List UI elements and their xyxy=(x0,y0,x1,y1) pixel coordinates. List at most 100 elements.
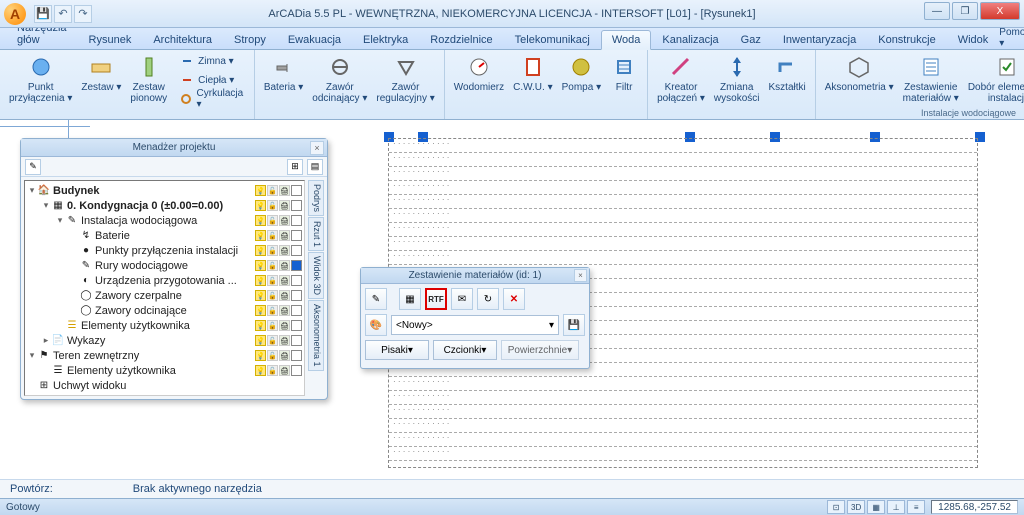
pm-close[interactable]: × xyxy=(310,141,324,155)
btn-regulacyjny[interactable]: Zawórregulacyjny ▾ xyxy=(373,52,437,105)
tree-row[interactable]: ⊞Uchwyt widoku xyxy=(27,378,302,393)
rg-przylacz: Punktprzyłączenia ▾ Zestaw ▾ Zestawpiono… xyxy=(0,50,255,119)
tab-kanalizacja[interactable]: Kanalizacja xyxy=(651,30,729,49)
tree-row[interactable]: ◯Zawory czerpalne💡🔓🖨 xyxy=(27,288,302,303)
app-logo[interactable]: A xyxy=(4,3,26,25)
tree-row[interactable]: ☰Elementy użytkownika💡🔓🖨 xyxy=(27,363,302,378)
height-icon xyxy=(723,53,751,81)
btn-bateria[interactable]: Bateria ▾ xyxy=(261,52,306,94)
sidetab-rzut[interactable]: Rzut 1 xyxy=(308,217,324,251)
btn-cyrk[interactable]: Cyrkulacja ▾ xyxy=(177,90,248,108)
btn-zmiana[interactable]: Zmianawysokości xyxy=(711,52,763,105)
tree-row[interactable]: ✎Rury wodociągowe💡🔓🖨 xyxy=(27,258,302,273)
tree-row[interactable]: ▾⚑Teren zewnętrzny💡🔓🖨 xyxy=(27,348,302,363)
btn-zestaw[interactable]: Zestaw ▾ xyxy=(78,52,124,94)
tab-rysunek[interactable]: Rysunek xyxy=(78,30,143,49)
mat-style-combo[interactable]: <Nowy>▾ xyxy=(391,315,559,335)
mat-close[interactable]: × xyxy=(574,269,587,282)
tab-telekom[interactable]: Telekomunikacj xyxy=(504,30,601,49)
qat-undo[interactable]: ↶ xyxy=(54,5,72,23)
tab-elektryka[interactable]: Elektryka xyxy=(352,30,419,49)
mat-btn-rtf[interactable]: RTF xyxy=(425,288,447,310)
tree-row[interactable]: ◯Zawory odcinające💡🔓🖨 xyxy=(27,303,302,318)
btn-ciepla[interactable]: Ciepła ▾ xyxy=(177,71,248,89)
tab-rozdzielnice[interactable]: Rozdzielnice xyxy=(419,30,503,49)
pm-title[interactable]: Menadżer projektu × xyxy=(21,139,327,157)
sb-3d[interactable]: 3D xyxy=(847,500,865,514)
tree-row[interactable]: ▾▦0. Kondygnacja 0 (±0.00=0.00)💡🔓🖨 xyxy=(27,198,302,213)
mat-btn-props[interactable]: ✎ xyxy=(365,288,387,310)
btn-aksonometria[interactable]: Aksonometria ▾ xyxy=(822,52,897,94)
btn-zestawienie[interactable]: Zestawieniemateriałów ▾ xyxy=(900,52,962,105)
rg-urzadzenia: Wodomierz C.W.U. ▾ Pompa ▾ Filtr xyxy=(445,50,648,119)
btn-cwu[interactable]: C.W.U. ▾ xyxy=(510,52,555,94)
qat-redo[interactable]: ↷ xyxy=(74,5,92,23)
mat-btn-refresh[interactable]: ↻ xyxy=(477,288,499,310)
tree-row[interactable]: ☰Elementy użytkownika💡🔓🖨 xyxy=(27,318,302,333)
tab-widok[interactable]: Widok xyxy=(947,30,1000,49)
minimize-button[interactable]: — xyxy=(924,2,950,20)
mat-pisaki[interactable]: Pisaki ▾ xyxy=(365,340,429,360)
close-button[interactable]: X xyxy=(980,2,1020,20)
tab-inwent[interactable]: Inwentaryzacja xyxy=(772,30,867,49)
sb-ortho[interactable]: ⊥ xyxy=(887,500,905,514)
tree-row[interactable]: ↯Baterie💡🔓🖨 xyxy=(27,228,302,243)
tree-row[interactable]: ▾✎Instalacja wodociągowa💡🔓🖨 xyxy=(27,213,302,228)
sidetab-akso[interactable]: Aksonometria 1 xyxy=(308,300,324,371)
btn-filtr[interactable]: Filtr xyxy=(607,52,641,94)
qat-save[interactable]: 💾 xyxy=(34,5,52,23)
btn-wodomierz[interactable]: Wodomierz xyxy=(451,52,507,94)
tab-architektura[interactable]: Architektura xyxy=(142,30,223,49)
coords-display: 1285.68,-257.52 xyxy=(931,500,1018,514)
mat-btn-save[interactable]: 💾 xyxy=(563,314,585,336)
tree-row[interactable]: ▸📄Wykazy💡🔓🖨 xyxy=(27,333,302,348)
btn-punkt[interactable]: Punktprzyłączenia ▾ xyxy=(6,52,75,105)
tab-woda[interactable]: Woda xyxy=(601,30,652,50)
btn-zimna[interactable]: Zimna ▾ xyxy=(177,52,248,70)
materials-dialog: Zestawienie materiałów (id: 1) × ✎ ▦ RTF… xyxy=(360,267,590,369)
pm-btn-2[interactable]: ⊞ xyxy=(287,159,303,175)
mat-title[interactable]: Zestawienie materiałów (id: 1) × xyxy=(361,268,589,284)
tab-ewakuacja[interactable]: Ewakuacja xyxy=(277,30,352,49)
axon-icon xyxy=(845,53,873,81)
maximize-button[interactable]: ❐ xyxy=(952,2,978,20)
mat-czcionki[interactable]: Czcionki ▾ xyxy=(433,340,497,360)
select-icon xyxy=(993,53,1021,81)
sidetab-podrys[interactable]: Podrys xyxy=(308,180,324,216)
pm-btn-1[interactable]: ✎ xyxy=(25,159,41,175)
sidetab-3d[interactable]: Widok 3D xyxy=(308,252,324,299)
mat-btn-delete[interactable]: ✕ xyxy=(503,288,525,310)
btn-kreator[interactable]: Kreatorpołączeń ▾ xyxy=(654,52,708,105)
tab-stropy[interactable]: Stropy xyxy=(223,30,277,49)
quick-access-toolbar: 💾 ↶ ↷ xyxy=(34,5,92,23)
sb-snap[interactable]: ⊡ xyxy=(827,500,845,514)
cold-icon xyxy=(180,54,194,68)
btn-odcinajacy[interactable]: Zawórodcinający ▾ xyxy=(309,52,370,105)
tree-row[interactable]: ◐Urządzenia przygotowania ...💡🔓🖨 xyxy=(27,273,302,288)
mat-btn-note[interactable]: ✉ xyxy=(451,288,473,310)
mat-btn-csv[interactable]: ▦ xyxy=(399,288,421,310)
repeat-label: Powtórz: xyxy=(10,483,53,495)
pm-btn-3[interactable]: ▤ xyxy=(307,159,323,175)
mat-btn-style[interactable]: 🎨 xyxy=(365,314,387,336)
wizard-icon xyxy=(667,53,695,81)
sb-grid[interactable]: ▦ xyxy=(867,500,885,514)
vertical-icon xyxy=(135,53,163,81)
btn-dobor[interactable]: Dobór elementówinstalacji xyxy=(965,52,1024,105)
tab-konstrukcje[interactable]: Konstrukcje xyxy=(867,30,946,49)
tab-gaz[interactable]: Gaz xyxy=(730,30,772,49)
tree-row[interactable]: ▾🏠Budynek💡🔓🖨 xyxy=(27,183,302,198)
point-icon xyxy=(27,53,55,81)
btn-ksztaltki[interactable]: Kształtki xyxy=(766,52,809,94)
meter-icon xyxy=(465,53,493,81)
help-button[interactable]: Pomoc ▾ xyxy=(999,27,1024,49)
sb-layers[interactable]: ≡ xyxy=(907,500,925,514)
rg-armatura: Bateria ▾ Zawórodcinający ▾ Zawórregulac… xyxy=(255,50,445,119)
pm-tree[interactable]: ▾🏠Budynek💡🔓🖨▾▦0. Kondygnacja 0 (±0.00=0.… xyxy=(24,180,305,396)
reg-valve-icon xyxy=(392,53,420,81)
btn-pompa[interactable]: Pompa ▾ xyxy=(559,52,604,94)
repeat-bar: Powtórz: Brak aktywnego narzędzia xyxy=(0,479,1024,498)
tree-row[interactable]: ●Punkty przyłączenia instalacji💡🔓🖨 xyxy=(27,243,302,258)
fittings-icon xyxy=(773,53,801,81)
btn-pion[interactable]: Zestawpionowy xyxy=(127,52,170,105)
